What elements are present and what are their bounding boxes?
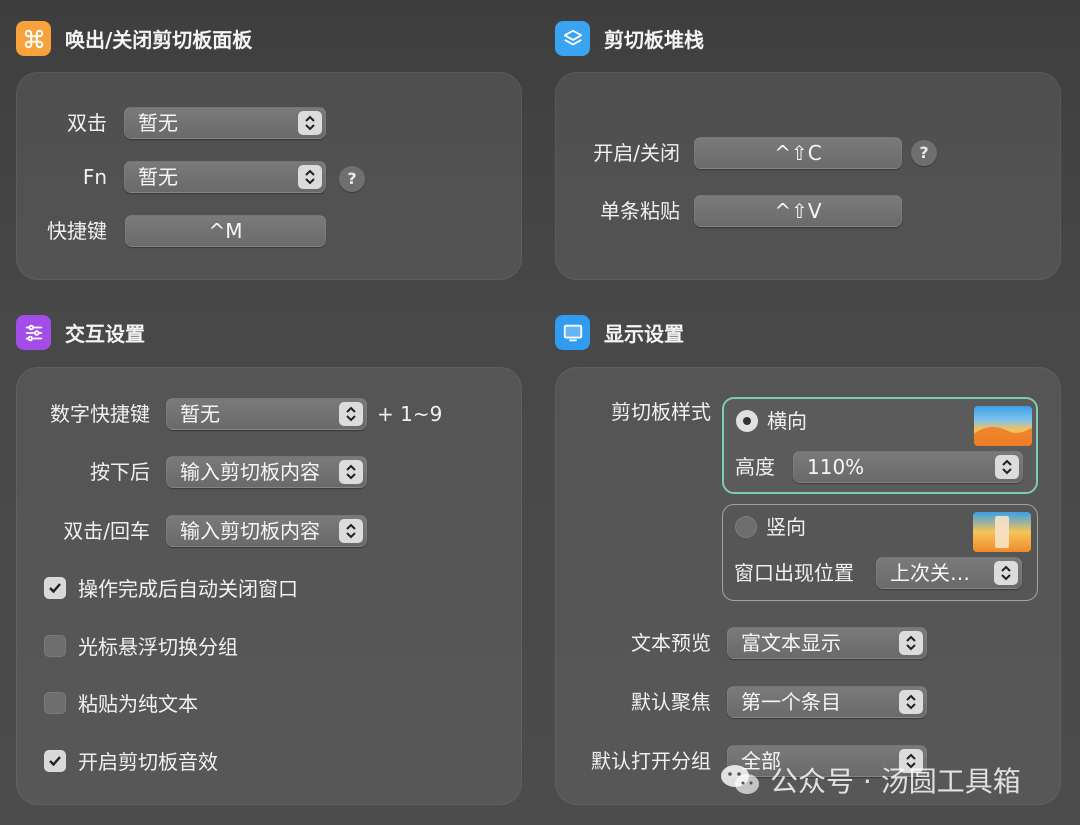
checkbox-paste-plain-text[interactable]: 粘贴为纯文本: [44, 688, 198, 717]
stack-panel: 开启/关闭 ^⇧C ? 单条粘贴 ^⇧V: [555, 72, 1061, 280]
vertical-preview-thumbnail: [973, 512, 1031, 552]
style-option-vertical[interactable]: 竖向 窗口出现位置 上次关…: [722, 504, 1038, 601]
shortcut-recorder[interactable]: ^M: [125, 215, 326, 247]
chevron-updown-icon: [298, 111, 322, 135]
number-suffix: + 1~9: [377, 402, 443, 426]
style-option-horizontal[interactable]: 横向 高度 110%: [722, 397, 1038, 494]
section-title-display: 显示设置: [555, 315, 684, 350]
double-enter-label: 双击/回车: [63, 519, 150, 543]
checkbox-label: 粘贴为纯文本: [78, 692, 198, 716]
after-press-label: 按下后: [90, 460, 150, 484]
checkbox-unchecked-icon[interactable]: [44, 691, 66, 714]
chevron-updown-icon: [899, 631, 923, 655]
chevron-updown-icon: [899, 690, 923, 714]
default-focus-label: 默认聚焦: [631, 690, 711, 714]
number-shortcut-value: 暂无: [180, 402, 220, 426]
section-title-text: 交互设置: [65, 322, 145, 346]
fn-popup[interactable]: 暂无: [124, 161, 326, 193]
height-label: 高度: [735, 455, 775, 479]
toggle-label: 开启/关闭: [593, 141, 680, 165]
double-enter-popup[interactable]: 输入剪切板内容: [166, 515, 367, 547]
shortcut-label: 快捷键: [47, 219, 107, 243]
checkbox-checked-icon[interactable]: [44, 576, 66, 599]
invoke-panel: 双击 暂无 Fn 暂无 ? 快捷键 ^M: [16, 72, 522, 280]
number-shortcut-popup[interactable]: 暂无: [166, 398, 367, 430]
height-popup[interactable]: 110%: [793, 451, 1023, 483]
text-preview-value: 富文本显示: [741, 631, 841, 655]
window-position-label: 窗口出现位置: [734, 561, 854, 585]
checkbox-unchecked-icon[interactable]: [44, 634, 66, 657]
section-title-text: 剪切板堆栈: [604, 28, 704, 52]
chevron-updown-icon: [298, 165, 322, 189]
chevron-updown-icon: [339, 460, 363, 484]
window-position-popup[interactable]: 上次关…: [876, 557, 1022, 589]
monitor-icon: [555, 315, 590, 350]
fn-label: Fn: [82, 165, 107, 189]
section-title-invoke: 唤出/关闭剪切板面板: [16, 21, 252, 56]
command-icon: [16, 21, 51, 56]
interact-panel: 数字快捷键 暂无 + 1~9 按下后 输入剪切板内容 双击/回车 输入剪切板内容…: [16, 367, 522, 805]
stack-help-button[interactable]: ?: [911, 140, 937, 166]
section-title-text: 显示设置: [604, 322, 684, 346]
double-click-value: 暂无: [138, 111, 178, 135]
chevron-updown-icon: [994, 561, 1018, 585]
section-title-text: 唤出/关闭剪切板面板: [65, 28, 253, 52]
checkbox-sound-effect[interactable]: 开启剪切板音效: [44, 746, 218, 775]
fn-help-button[interactable]: ?: [339, 166, 365, 192]
single-paste-label: 单条粘贴: [600, 199, 680, 223]
chevron-updown-icon: [339, 402, 363, 426]
fn-value: 暂无: [138, 165, 178, 189]
window-position-value: 上次关…: [890, 561, 970, 585]
section-title-interact: 交互设置: [16, 315, 145, 350]
after-press-value: 输入剪切板内容: [180, 460, 320, 484]
single-paste-shortcut-recorder[interactable]: ^⇧V: [694, 195, 902, 227]
chevron-updown-icon: [339, 519, 363, 543]
text-preview-label: 文本预览: [631, 631, 711, 655]
double-click-label: 双击: [67, 111, 107, 135]
display-panel: 剪切板样式 横向 高度 110% 竖向 窗口出现位置 上次关… 文本预览 富文本…: [555, 367, 1061, 805]
watermark-text: 公众号 · 汤圆工具箱: [770, 765, 1021, 798]
checkbox-label: 光标悬浮切换分组: [78, 635, 238, 659]
chevron-updown-icon: [995, 455, 1019, 479]
default-focus-value: 第一个条目: [741, 690, 841, 714]
vertical-label: 竖向: [766, 515, 806, 539]
toggle-shortcut-recorder[interactable]: ^⇧C: [694, 137, 902, 169]
double-enter-value: 输入剪切板内容: [180, 519, 320, 543]
default-focus-popup[interactable]: 第一个条目: [727, 686, 927, 718]
watermark: 公众号 · 汤圆工具箱: [720, 760, 1021, 800]
horizontal-label: 横向: [767, 409, 807, 433]
checkbox-hover-switch-group[interactable]: 光标悬浮切换分组: [44, 631, 238, 660]
default-group-label: 默认打开分组: [591, 749, 711, 773]
wechat-icon: [720, 763, 760, 797]
checkbox-checked-icon[interactable]: [44, 749, 66, 772]
height-value: 110%: [807, 455, 865, 479]
clipboard-style-label: 剪切板样式: [611, 400, 711, 424]
double-click-popup[interactable]: 暂无: [124, 107, 326, 139]
checkbox-label: 操作完成后自动关闭窗口: [78, 577, 298, 601]
horizontal-preview-thumbnail: [974, 406, 1032, 446]
text-preview-popup[interactable]: 富文本显示: [727, 627, 927, 659]
number-shortcut-label: 数字快捷键: [50, 402, 150, 426]
after-press-popup[interactable]: 输入剪切板内容: [166, 456, 367, 488]
radio-selected-icon[interactable]: [736, 410, 758, 432]
sliders-icon: [16, 315, 51, 350]
checkbox-label: 开启剪切板音效: [78, 750, 218, 774]
section-title-stack: 剪切板堆栈: [555, 21, 704, 56]
radio-unselected-icon[interactable]: [735, 516, 757, 538]
layers-icon: [555, 21, 590, 56]
checkbox-auto-close[interactable]: 操作完成后自动关闭窗口: [44, 573, 298, 602]
